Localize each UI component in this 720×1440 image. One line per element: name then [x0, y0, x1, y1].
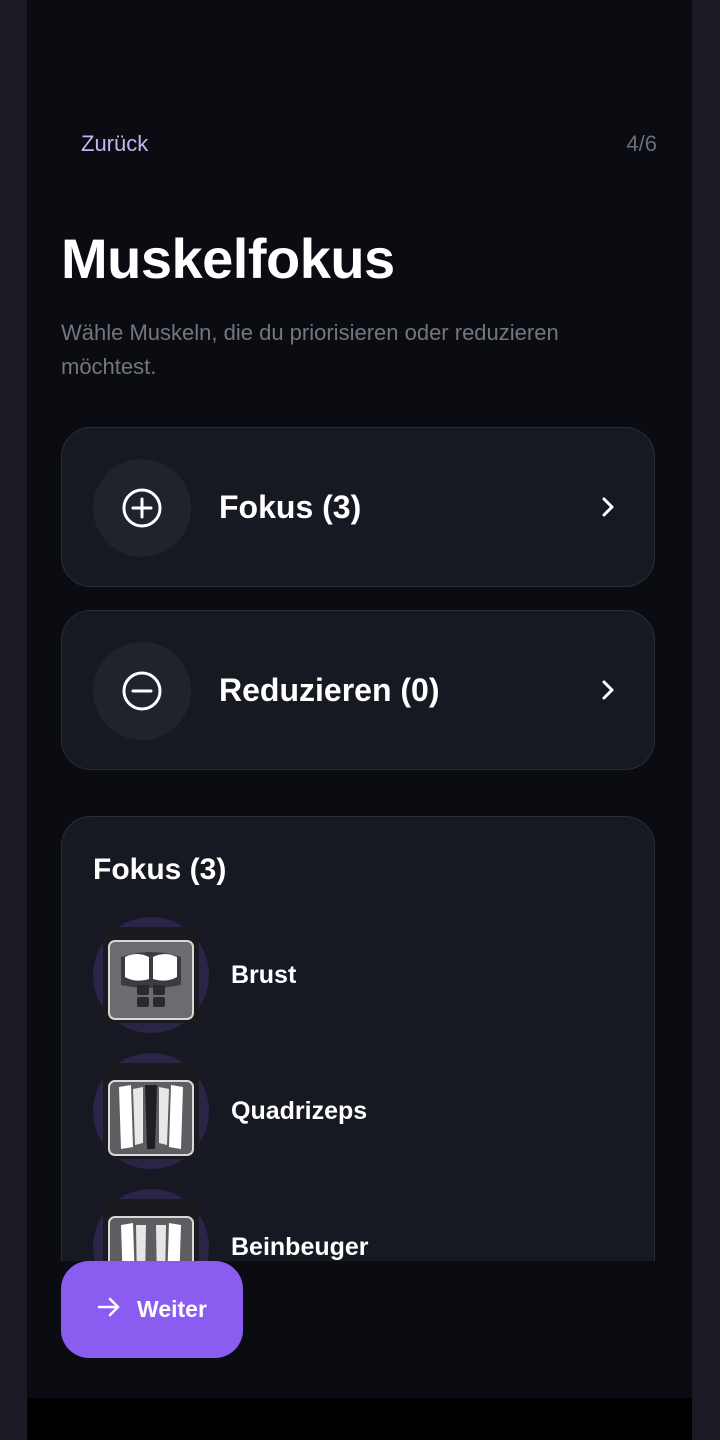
muscle-name: Quadrizeps — [231, 1096, 368, 1125]
chevron-right-icon — [600, 428, 616, 586]
chevron-right-icon — [600, 611, 616, 769]
arrow-right-icon — [97, 1296, 121, 1324]
next-button[interactable]: Weiter — [61, 1261, 243, 1358]
page-subtitle: Wähle Muskeln, die du priorisieren oder … — [61, 320, 559, 379]
minus-circle-icon — [93, 642, 191, 740]
step-indicator: 4/6 — [626, 131, 657, 156]
screen: Zurück 4/6 Muskelfokus Wähle Muskeln, di… — [27, 0, 692, 1398]
system-navigation-bar — [27, 1398, 692, 1440]
muscle-name: Brust — [231, 960, 297, 989]
list-item[interactable]: Brust — [93, 917, 633, 1033]
quadriceps-muscle-icon — [103, 1063, 199, 1159]
page-title: Muskelfokus — [61, 227, 395, 290]
focus-list-title: Fokus (3) — [93, 853, 227, 886]
list-item[interactable]: Quadrizeps — [93, 1053, 633, 1169]
focus-option-card[interactable]: Fokus (3) — [61, 427, 655, 587]
reduce-option-card[interactable]: Reduzieren (0) — [61, 610, 655, 770]
chest-muscle-icon — [103, 927, 199, 1023]
reduce-option-label: Reduzieren (0) — [219, 671, 440, 708]
focus-option-label: Fokus (3) — [219, 488, 362, 525]
plus-circle-icon — [93, 459, 191, 557]
next-button-label: Weiter — [137, 1296, 207, 1322]
back-button[interactable]: Zurück — [81, 131, 148, 157]
